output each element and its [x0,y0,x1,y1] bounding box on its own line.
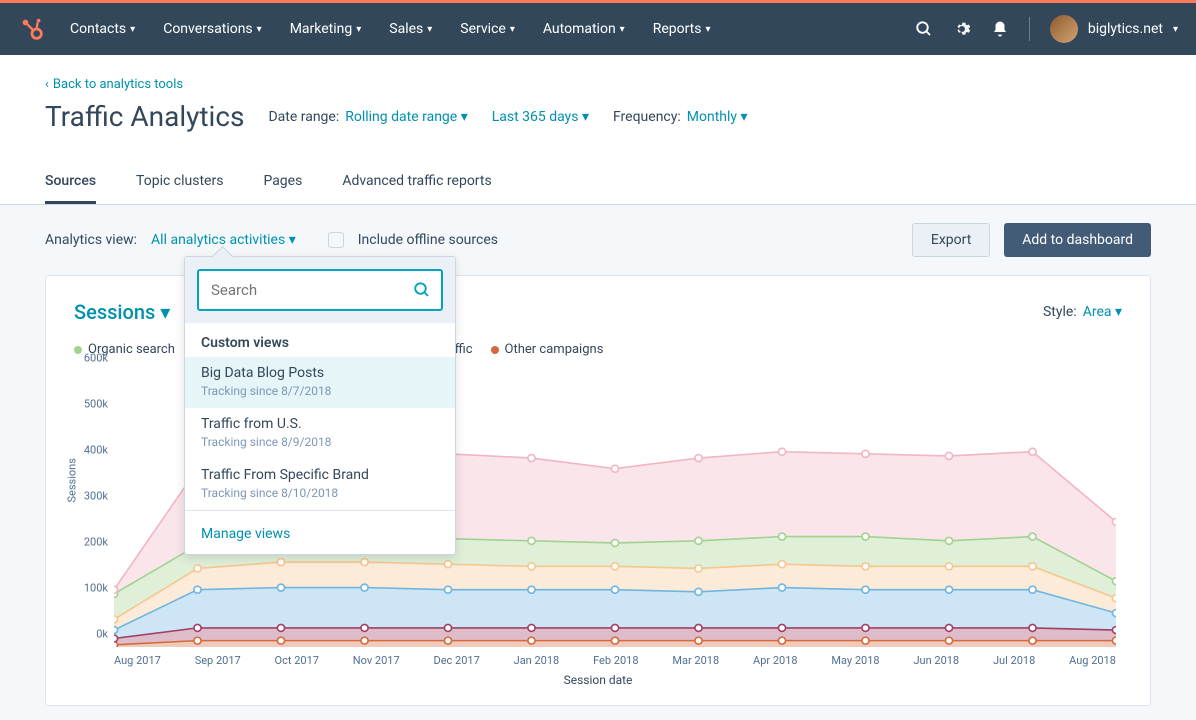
x-tick: Aug 2018 [1069,654,1116,667]
x-tick: Feb 2018 [593,654,638,667]
legend-label: Other campaigns [505,342,604,357]
y-tick: 300k [84,490,108,503]
gear-icon[interactable] [953,20,971,38]
y-tick: 0k [96,628,108,641]
user-name: biglytics.net [1088,21,1163,37]
x-tick: Jun 2018 [913,654,959,667]
search-icon [413,281,431,299]
chart-title-dropdown[interactable]: Sessions ▾ [74,300,170,324]
x-axis-label: Session date [564,673,633,687]
bell-icon[interactable] [991,20,1009,38]
x-tick: Jan 2018 [514,654,560,667]
page-header: ‹Back to analytics tools Traffic Analyti… [0,55,1196,205]
popup-heading: Custom views [185,323,455,357]
nav-reports[interactable]: Reports▾ [653,21,711,37]
export-button[interactable]: Export [912,223,990,257]
nav-conversations[interactable]: Conversations▾ [163,21,262,37]
tab-sources[interactable]: Sources [45,161,96,204]
y-ticks: 0k100k200k300k400k500k600k [74,371,114,647]
avatar [1050,15,1078,43]
tab-topic-clusters[interactable]: Topic clusters [136,161,223,204]
date-range-type-dropdown[interactable]: Rolling date range ▾ [345,109,467,125]
x-tick: Dec 2017 [433,654,479,667]
x-tick: Oct 2017 [275,654,319,667]
page-title: Traffic Analytics [45,100,244,133]
date-range-value-dropdown[interactable]: Last 365 days ▾ [492,109,589,125]
chevron-down-icon: ▾ [1173,24,1178,35]
chevron-down-icon: ▾ [130,24,135,35]
nav-marketing[interactable]: Marketing▾ [290,21,362,37]
chevron-down-icon: ▾ [706,24,711,35]
popup-item-title: Traffic From Specific Brand [201,467,439,483]
chevron-down-icon: ▾ [257,24,262,35]
popup-item-sub: Tracking since 8/10/2018 [201,486,439,500]
nav-right: biglytics.net ▾ [915,15,1178,43]
analytics-view-label: Analytics view: [45,232,137,248]
divider [1029,17,1030,41]
tab-pages[interactable]: Pages [263,161,302,204]
legend-dot [491,346,499,354]
frequency-dropdown[interactable]: Monthly ▾ [687,109,748,125]
tab-advanced[interactable]: Advanced traffic reports [342,161,491,204]
nav-service[interactable]: Service▾ [460,21,515,37]
popup-item-sub: Tracking since 8/7/2018 [201,384,439,398]
manage-views-link[interactable]: Manage views [201,526,290,542]
popup-item-title: Big Data Blog Posts [201,365,439,381]
x-tick: May 2018 [831,654,879,667]
nav-items: Contacts▾ Conversations▾ Marketing▾ Sale… [70,21,711,37]
chevron-down-icon: ▾ [620,24,625,35]
legend-dot [74,346,82,354]
chevron-down-icon: ▾ [427,24,432,35]
y-tick: 200k [84,536,108,549]
popup-item-sub: Tracking since 8/9/2018 [201,435,439,449]
y-tick: 600k [84,352,108,365]
date-range-label: Date range: [268,109,339,125]
y-tick: 100k [84,582,108,595]
popup-item[interactable]: Traffic From Specific Brand Tracking sin… [185,459,455,510]
analytics-view-dropdown[interactable]: All analytics activities ▾ [151,232,296,248]
x-labels: Aug 2017 Sep 2017 Oct 2017 Nov 2017 Dec 2017… [114,654,1116,667]
x-tick: Mar 2018 [672,654,719,667]
popup-item[interactable]: Big Data Blog Posts Tracking since 8/7/2… [185,357,455,408]
analytics-view-popup: Custom views Big Data Blog Posts Trackin… [184,256,456,555]
add-dashboard-button[interactable]: Add to dashboard [1004,223,1151,257]
offline-checkbox[interactable] [328,232,344,248]
y-tick: 500k [84,398,108,411]
nav-sales[interactable]: Sales▾ [389,21,432,37]
x-tick: Nov 2017 [353,654,400,667]
style-dropdown[interactable]: Area ▾ [1083,304,1122,320]
chevron-down-icon: ▾ [510,24,515,35]
search-icon[interactable] [915,20,933,38]
chevron-down-icon: ▾ [356,24,361,35]
hubspot-logo [18,15,46,43]
offline-label: Include offline sources [358,232,498,248]
popup-search-input[interactable] [197,269,443,311]
x-tick: Aug 2017 [114,654,161,667]
x-tick: Apr 2018 [753,654,798,667]
back-link[interactable]: ‹Back to analytics tools [45,77,183,92]
popup-item-title: Traffic from U.S. [201,416,439,432]
toolbar: Analytics view: All analytics activities… [0,205,1196,275]
user-menu[interactable]: biglytics.net ▾ [1050,15,1178,43]
legend-item[interactable]: Other campaigns [491,342,604,357]
nav-contacts[interactable]: Contacts▾ [70,21,135,37]
x-tick: Jul 2018 [993,654,1035,667]
frequency-label: Frequency: [613,109,681,125]
popup-item[interactable]: Traffic from U.S. Tracking since 8/9/201… [185,408,455,459]
x-tick: Sep 2017 [195,654,241,667]
y-tick: 400k [84,444,108,457]
top-nav: Contacts▾ Conversations▾ Marketing▾ Sale… [0,3,1196,55]
tabs: Sources Topic clusters Pages Advanced tr… [45,161,1151,204]
style-label: Style: [1043,304,1077,320]
nav-automation[interactable]: Automation▾ [543,21,625,37]
chevron-left-icon: ‹ [45,77,49,92]
